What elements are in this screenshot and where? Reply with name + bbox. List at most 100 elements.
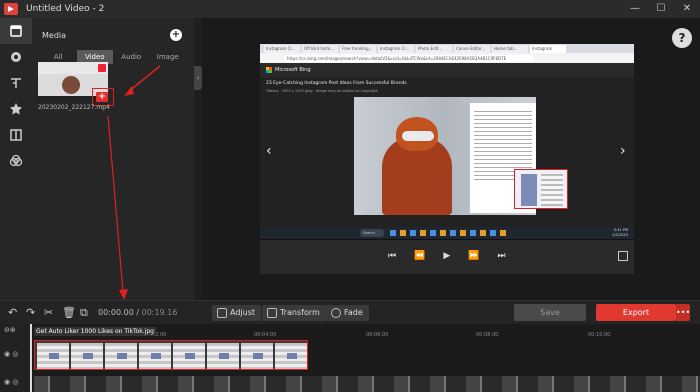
transform-icon [267, 308, 277, 318]
rail-item-transitions[interactable] [0, 122, 32, 148]
rail-item-filters[interactable] [0, 148, 32, 174]
browser-tabs: Instagram Cr... Off Bird Insta... Free t… [260, 44, 634, 53]
clock-date: 2/2/2023 [612, 233, 628, 237]
timeline-clip[interactable] [34, 340, 308, 370]
text-icon [11, 78, 21, 88]
collapse-panel-button[interactable]: ‹ [194, 66, 202, 90]
tool-rail [0, 18, 32, 300]
media-file-name: 20230202_222127.mp4 [38, 104, 110, 111]
undo-icon[interactable]: ↶ [8, 306, 17, 319]
phone-screen [521, 174, 537, 206]
app-window: Untitled Video - 2 — ☐ ✕ Media + All Vid… [0, 0, 700, 392]
step-forward-icon[interactable]: ⏩ [468, 251, 479, 261]
ruler-tick: 00:06.00 [366, 332, 389, 338]
ruler-tick: 00:10.00 [588, 332, 611, 338]
current-time: 00:00.00 [98, 308, 134, 317]
save-button[interactable]: Save [514, 304, 586, 321]
previous-arrow-icon: ‹ [266, 143, 272, 159]
taskbar-app-icons [390, 230, 510, 236]
player-controls: ⏮ ⏪ ▶ ⏩ ⏭ [260, 240, 634, 274]
delete-icon[interactable]: 🗑 [62, 306, 76, 319]
skip-start-icon[interactable]: ⏮ [388, 251, 396, 261]
app-logo-icon [4, 3, 18, 15]
tab-image[interactable]: Image [150, 50, 187, 64]
duplicate-icon[interactable]: ⧉ [80, 306, 88, 320]
more-options-button[interactable]: ••• [676, 304, 690, 321]
clip-frame [105, 343, 137, 369]
clip-frame [173, 343, 205, 369]
sticker-icon [10, 103, 22, 115]
edit-toolbar: ↶ ↷ ✂ 🗑 ⧉ 00:00.00 / 00:19.16 Adjust Tra… [0, 300, 700, 324]
clip-frame [37, 343, 69, 369]
clip-frame [241, 343, 273, 369]
preview-video-frame: Instagram Cr... Off Bird Insta... Free t… [260, 44, 634, 274]
playhead[interactable] [30, 324, 32, 392]
total-time: 00:19.16 [141, 308, 178, 317]
clip-frame [71, 343, 103, 369]
adjust-icon [217, 308, 227, 318]
highlighted-screenshot [514, 169, 568, 209]
timecode: 00:00.00 / 00:19.16 [98, 308, 178, 317]
browser-tab: Instagram [530, 45, 566, 53]
playback-buttons: ⏮ ⏪ ▶ ⏩ ⏭ [388, 251, 506, 261]
browser-tab: Canva Editor... [454, 45, 490, 53]
maximize-button[interactable]: ☐ [648, 0, 674, 18]
split-icon[interactable]: ✂ [44, 306, 53, 319]
bing-label: Microsoft Bing [275, 67, 311, 73]
transform-button[interactable]: Transform [262, 305, 326, 321]
media-panel: Media + All Video Audio Image + 20230202… [32, 18, 194, 300]
fade-icon [331, 308, 341, 318]
adjust-label: Adjust [230, 308, 256, 317]
audio-track-icon[interactable]: ◉ ◎ [4, 378, 18, 386]
browser-url: https://cn.bing.com/images/search?view=d… [284, 54, 534, 62]
adjust-button[interactable]: Adjust [212, 305, 262, 321]
step-back-icon[interactable]: ⏪ [414, 251, 425, 261]
effects-icon [11, 52, 21, 62]
fade-button[interactable]: Fade [326, 305, 369, 321]
clip-frame [275, 343, 307, 369]
delete-media-icon[interactable] [98, 64, 106, 72]
media-title: Media [42, 30, 67, 40]
browser-tab: Instagram Cr... [378, 45, 414, 53]
thumbnail-subject [62, 76, 80, 94]
filter-icon [9, 154, 23, 167]
media-header: Media + [32, 18, 194, 44]
rail-item-media[interactable] [0, 18, 32, 44]
browser-tab: Free trending... [340, 45, 376, 53]
transform-label: Transform [280, 308, 320, 317]
import-media-button[interactable]: + [170, 29, 182, 41]
minimize-button[interactable]: — [622, 0, 648, 18]
track-controls: ⊖⊕ ◉ ◎ ◉ ◎ [0, 324, 32, 392]
timeline: ⊖⊕ ◉ ◎ ◉ ◎ 00:02.00 00:04.00 00:06.00 00… [0, 324, 700, 392]
clip-name: Get Auto Liker 1000 Likes on TikTok.jpg [34, 327, 156, 336]
play-icon[interactable]: ▶ [443, 251, 450, 261]
image-viewer: 23 Eye-Catching Instagram Post Ideas Fro… [260, 77, 634, 238]
preview-area: ? Instagram Cr... Off Bird Insta... Free… [202, 18, 700, 300]
bing-header: Microsoft Bing [260, 63, 634, 77]
track-visibility-icon[interactable]: ◉ ◎ [4, 350, 18, 358]
add-to-timeline-button[interactable]: + [96, 92, 108, 102]
phone-list [541, 174, 563, 206]
taskbar-search: Search [360, 229, 384, 237]
image-meta: Tribeca · 1920 x 1147 jpeg · Image may b… [266, 89, 379, 93]
ruler-tick: 00:04.00 [254, 332, 277, 338]
clip-frame [207, 343, 239, 369]
redo-icon[interactable]: ↷ [26, 306, 35, 319]
export-button[interactable]: Export [596, 304, 676, 321]
video-track[interactable] [34, 376, 700, 392]
zoom-icon[interactable]: ⊖⊕ [4, 326, 16, 334]
rail-item-effects[interactable] [0, 44, 32, 70]
rail-item-text[interactable] [0, 70, 32, 96]
skip-end-icon[interactable]: ⏭ [497, 251, 505, 261]
image-title: 23 Eye-Catching Instagram Post Ideas Fro… [266, 81, 407, 86]
clip-frame [139, 343, 171, 369]
tab-audio[interactable]: Audio [113, 50, 150, 64]
browser-address-bar: https://cn.bing.com/images/search?view=d… [260, 53, 634, 63]
close-button[interactable]: ✕ [674, 0, 700, 18]
help-button[interactable]: ? [672, 28, 692, 48]
browser-tab: Off Bird Insta... [302, 45, 338, 53]
fullscreen-icon[interactable] [618, 251, 628, 261]
taskbar-clock: 5:41 PM 2/2/2023 [612, 228, 628, 238]
rail-item-stickers[interactable] [0, 96, 32, 122]
transition-icon [10, 129, 22, 141]
